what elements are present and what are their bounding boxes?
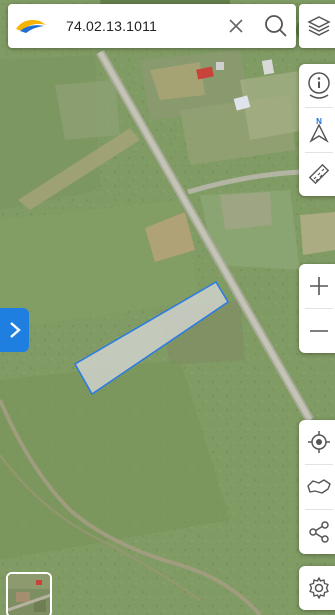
location-tools-panel (299, 420, 335, 554)
close-icon (229, 19, 243, 33)
ruler-icon (308, 164, 330, 185)
map-tools-panel: N (299, 64, 335, 196)
my-location-button[interactable] (299, 420, 335, 464)
brand-logo-icon[interactable] (8, 4, 54, 48)
settings-button[interactable] (299, 566, 335, 610)
share-button[interactable] (299, 510, 335, 554)
layers-button[interactable] (299, 4, 335, 48)
measure-button[interactable] (299, 153, 335, 196)
info-button[interactable] (299, 64, 335, 107)
chevron-right-icon (9, 322, 21, 338)
my-location-icon (308, 431, 330, 453)
clear-search-button[interactable] (216, 4, 256, 48)
share-icon (309, 521, 329, 543)
info-icon (308, 71, 330, 99)
zoom-out-button[interactable] (299, 309, 335, 353)
zoom-panel (299, 264, 335, 353)
zoom-in-button[interactable] (299, 264, 335, 308)
layers-icon (307, 16, 331, 36)
region-button[interactable] (299, 465, 335, 509)
basemap-thumbnail[interactable] (6, 572, 52, 615)
compass-button[interactable]: N (299, 108, 335, 151)
compass-north-icon: N (309, 117, 329, 143)
expand-sidebar-button[interactable] (0, 308, 29, 352)
gear-icon (309, 577, 329, 599)
search-input[interactable]: 74.02.13.1011 (54, 18, 216, 34)
search-icon (265, 15, 287, 37)
search-button[interactable] (256, 4, 296, 48)
region-outline-icon (307, 479, 331, 494)
minus-icon (310, 330, 328, 332)
plus-icon (310, 277, 328, 295)
search-bar: 74.02.13.1011 (8, 4, 296, 48)
satellite-map[interactable] (0, 0, 335, 615)
